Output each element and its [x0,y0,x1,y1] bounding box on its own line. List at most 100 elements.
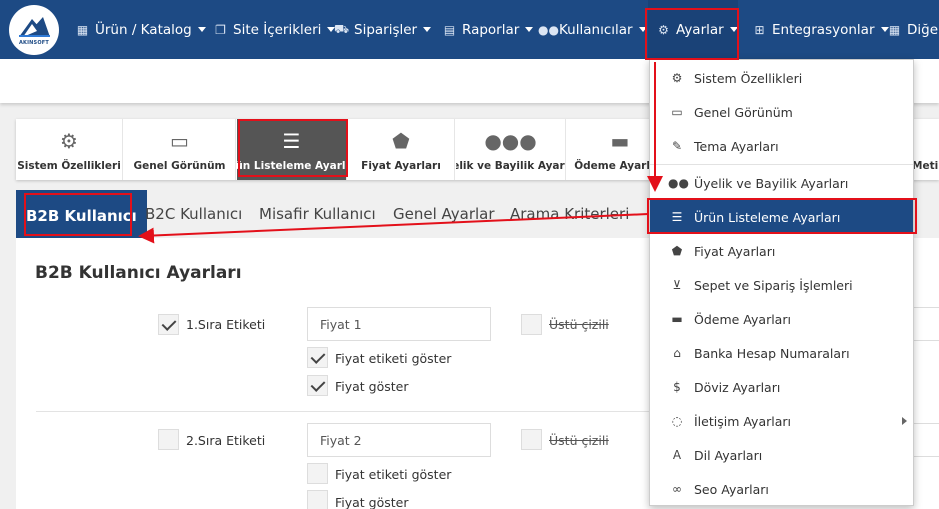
menu-item-label: Seo Ayarları [694,481,769,497]
menu-item-label: İletişim Ayarları [694,413,792,429]
sitemap-icon: ⊞ [754,22,765,37]
row2-show-price-label-checkbox[interactable] [307,463,328,484]
tab-b2c-kullanici[interactable]: B2C Kullanıcı [145,205,242,223]
tile-label: Ürün Listeleme Ayarları [237,159,346,172]
menu-divider [650,164,913,165]
tile-label: Üyelik ve Bayilik Ayarları [456,159,565,172]
menu-item-label: Sepet ve Sipariş İşlemleri [694,277,853,293]
row2-show-price-label-text: Fiyat etiketi göster [335,467,452,482]
menu-item-iletisim-ayarlari[interactable]: ◌ İletişim Ayarları [650,404,913,438]
list-icon: ☰ [671,210,683,224]
menu-item-label: Ödeme Ayarları [694,311,791,327]
menu-item-label: Banka Hesap Numaraları [694,345,850,361]
list-icon: ☰ [282,128,301,153]
caret-down-icon [638,27,647,32]
tab-arama-kriterleri[interactable]: Arama Kriterleri [510,205,629,223]
credit-card-icon: ▬ [671,312,683,326]
menu-item-dil-ayarlari[interactable]: A Dil Ayarları [650,438,913,472]
row1-show-price-text: Fiyat göster [335,379,409,394]
menu-item-label: Ürün Listeleme Ayarları [694,209,841,225]
row1-show-price-label-checkbox[interactable] [307,347,328,368]
brush-icon: ✎ [671,139,683,153]
nav-label: Ürün / Katalog [95,21,192,38]
caret-down-icon [423,27,432,32]
menu-item-sepet-siparis[interactable]: ⊻ Sepet ve Sipariş İşlemleri [650,268,913,302]
tile-fiyat-ayarlari[interactable]: ⬟ Fiyat Ayarları [348,119,455,180]
row2-label-input[interactable]: Fiyat 2 [307,423,491,457]
monitor-icon: ▭ [671,105,683,119]
nav-urun-katalog[interactable]: ▦ Ürün / Katalog [74,0,206,59]
copy-icon: ❐ [215,22,226,37]
link-icon: ∞ [672,482,682,496]
row1-label-input[interactable]: Fiyat 1 [307,307,491,341]
tab-genel-ayarlar[interactable]: Genel Ayarlar [393,205,495,223]
menu-item-label: Genel Görünüm [694,104,793,120]
row1-show-price-checkbox[interactable] [307,375,328,396]
cogs-icon: ⚙ [658,22,669,37]
row2-strike-checkbox[interactable] [521,429,542,450]
cubes-icon: ▦ [76,22,89,37]
row2-show-price-text: Fiyat göster [335,495,409,509]
comments-icon: ◌ [671,414,683,428]
tile-urun-listeleme[interactable]: ☰ Ürün Listeleme Ayarları [237,119,347,180]
top-navbar: AKINSOFT ▦ Ürün / Katalog ❐ Site İçerikl… [0,0,939,59]
basket-icon: ⊻ [672,278,682,292]
truck-icon: ⛟ [333,21,350,36]
menu-item-odeme-ayarlari[interactable]: ▬ Ödeme Ayarları [650,302,913,336]
nav-label: Kullanıcılar [559,21,633,38]
row2-enable-checkbox[interactable] [158,429,179,450]
menu-item-label: Dil Ayarları [694,447,763,463]
page-title: B2B Kullanıcı Ayarları [35,263,242,283]
nav-entegrasyonlar[interactable]: ⊞ Entegrasyonlar [751,0,889,59]
tile-label: Fiyat Ayarları [361,159,441,172]
logo-mark-icon [19,16,50,37]
menu-item-fiyat-ayarlari[interactable]: ⬟ Fiyat Ayarları [650,234,913,268]
menu-item-doviz-ayarlari[interactable]: $ Döviz Ayarları [650,370,913,404]
tab-misafir-kullanici[interactable]: Misafir Kullanıcı [259,205,376,223]
nav-label: Site İçerikleri [233,21,322,38]
menu-item-label: Sistem Özellikleri [694,70,803,86]
menu-item-urun-listeleme[interactable]: ☰ Ürün Listeleme Ayarları [650,200,913,234]
tags-icon: ⬟ [671,244,683,258]
menu-item-label: Döviz Ayarları [694,379,781,395]
nav-site-icerikleri[interactable]: ❐ Site İçerikleri [212,0,336,59]
menu-item-tema-ayarlari[interactable]: ✎ Tema Ayarları [650,129,913,163]
nav-raporlar[interactable]: ▤ Raporlar [441,0,534,59]
file-icon: ▤ [443,22,456,37]
credit-card-icon: ▬ [610,128,630,153]
menu-item-banka-hesap[interactable]: ⌂ Banka Hesap Numaraları [650,336,913,370]
tile-label: Metin [912,159,939,172]
tile-uyelik-bayilik[interactable]: ●●● Üyelik ve Bayilik Ayarları [456,119,566,180]
menu-item-label: Üyelik ve Bayilik Ayarları [694,175,849,191]
tile-genel-gorunum[interactable]: ▭ Genel Görünüm [124,119,236,180]
menu-item-sistem-ozellikleri[interactable]: ⚙ Sistem Özellikleri [650,61,913,95]
tab-b2b-kullanici[interactable]: B2B Kullanıcı [16,190,147,238]
nav-diger[interactable]: ▦ Diğer [886,0,939,59]
logo[interactable]: AKINSOFT [9,5,59,55]
monitor-icon: ▭ [170,128,189,153]
nav-label: Entegrasyonlar [772,21,875,38]
menu-item-uyelik-bayilik[interactable]: ●● Üyelik ve Bayilik Ayarları [650,166,913,200]
nav-kullanicilar[interactable]: ●● Kullanıcılar [538,0,647,59]
nav-siparisler[interactable]: ⛟ Siparişler [333,0,432,59]
nav-label: Ayarlar [676,21,724,38]
caret-down-icon [197,27,206,32]
row1-strike-checkbox[interactable] [521,314,542,335]
th-icon: ▦ [888,22,901,37]
users-icon: ●● [668,176,689,190]
menu-item-genel-gorunum[interactable]: ▭ Genel Görünüm [650,95,913,129]
row1-show-price-label-text: Fiyat etiketi göster [335,351,452,366]
row1-enable-checkbox[interactable] [158,314,179,335]
users-icon: ●● [538,22,559,37]
row-divider [36,411,696,412]
tile-sistem-ozellikleri[interactable]: ⚙ Sistem Özellikleri [16,119,123,180]
row2-strike-label: Üstü çizili [549,433,609,448]
bank-icon: ⌂ [673,346,681,360]
row2-label: 2.Sıra Etiketi [186,433,266,448]
nav-label: Raporlar [462,21,520,38]
menu-item-seo-ayarlari[interactable]: ∞ Seo Ayarları [650,472,913,506]
tile-label: Sistem Özellikleri [17,159,121,172]
row2-show-price-checkbox[interactable] [307,490,328,509]
nav-ayarlar[interactable]: ⚙ Ayarlar [648,0,738,59]
logo-text: AKINSOFT [18,39,50,46]
